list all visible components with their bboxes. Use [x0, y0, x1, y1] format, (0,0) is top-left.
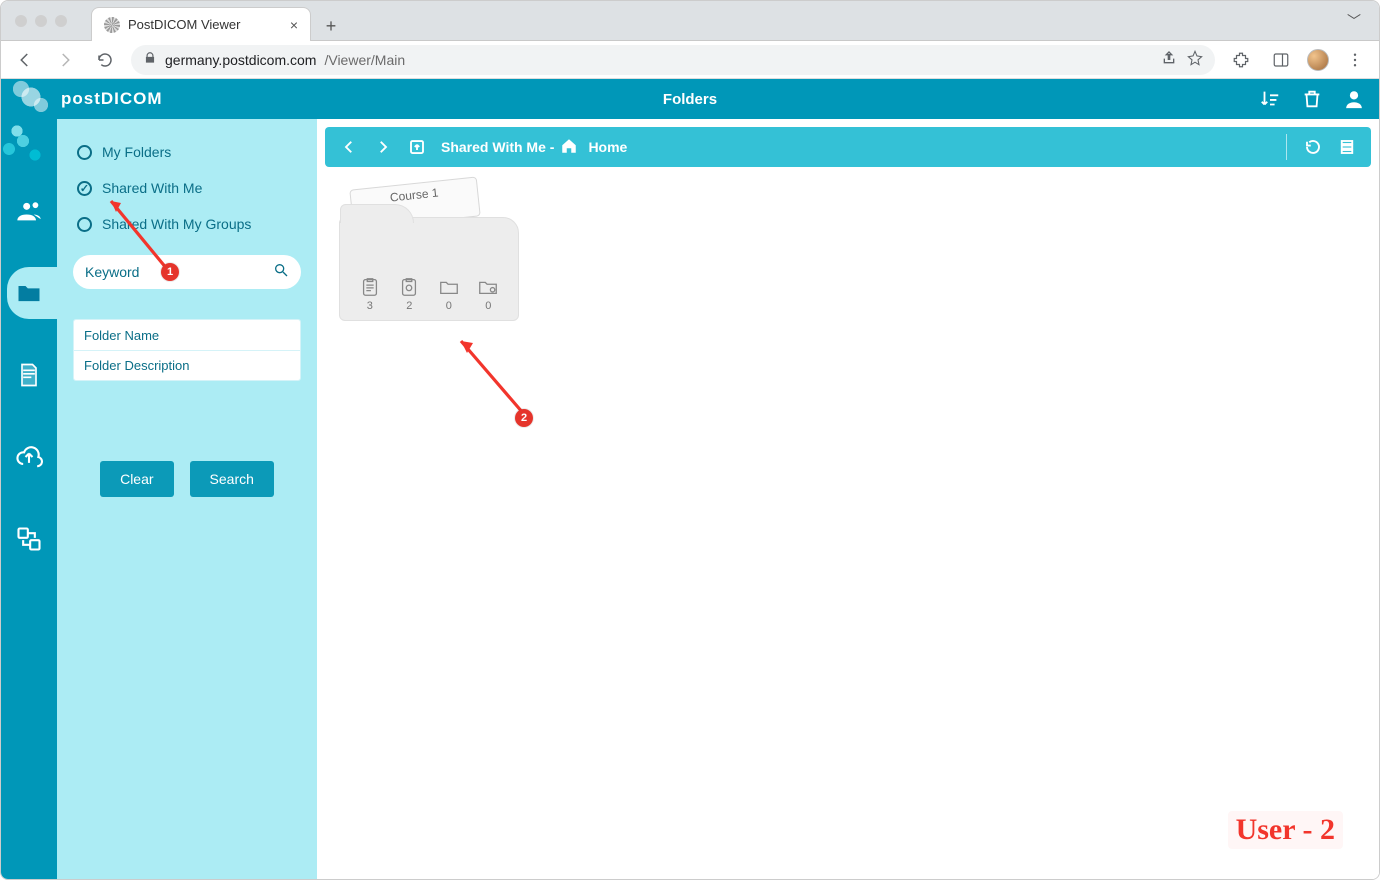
address-bar[interactable]: germany.postdicom.com/Viewer/Main — [131, 45, 1215, 75]
nav-rail — [1, 119, 57, 879]
stat-count: 3 — [367, 300, 373, 312]
keyword-search[interactable] — [73, 255, 301, 289]
browser-toolbar: germany.postdicom.com/Viewer/Main — [1, 41, 1379, 79]
tab-overflow-chevron-icon[interactable]: ﹀ — [1329, 11, 1379, 31]
content-toolbar: Shared With Me - Home — [325, 127, 1371, 167]
filter-fields — [73, 319, 301, 381]
radio-my-folders[interactable]: My Folders — [73, 139, 301, 165]
radio-label: Shared With Me — [102, 180, 202, 196]
home-icon[interactable] — [560, 137, 578, 158]
search-icon[interactable] — [273, 262, 289, 283]
breadcrumb-home[interactable]: Home — [588, 139, 627, 155]
brand-sphere-icon — [0, 119, 59, 175]
app-body: My Folders Shared With Me Shared With My… — [1, 119, 1379, 879]
browser-menu-icon[interactable] — [1341, 46, 1369, 74]
sort-icon[interactable] — [1257, 86, 1283, 112]
profile-avatar[interactable] — [1307, 49, 1329, 71]
user-icon[interactable] — [1341, 86, 1367, 112]
new-tab-button[interactable]: + — [317, 12, 345, 40]
radio-shared-with-me[interactable]: Shared With Me — [73, 175, 301, 201]
url-host: germany.postdicom.com — [165, 52, 316, 68]
nav-next-button[interactable] — [369, 133, 397, 161]
rail-item-folders[interactable] — [1, 271, 57, 315]
traffic-lights — [1, 15, 81, 27]
brand-pre: post — [61, 89, 101, 108]
radio-shared-with-groups[interactable]: Shared With My Groups — [73, 211, 301, 237]
radio-label: My Folders — [102, 144, 171, 160]
refresh-button[interactable] — [1299, 133, 1327, 161]
stat-count: 0 — [446, 300, 452, 312]
content-area: Shared With Me - Home Course 1 3 — [317, 119, 1379, 879]
radio-icon — [77, 217, 92, 232]
folder-desc-input[interactable] — [84, 358, 290, 373]
stat-count: 0 — [485, 300, 491, 312]
rail-item-upload[interactable] — [1, 435, 57, 479]
nav-back-button[interactable] — [11, 46, 39, 74]
bookmark-star-icon[interactable] — [1187, 50, 1203, 69]
mac-titlebar: PostDICOM Viewer × + ﹀ — [1, 1, 1379, 41]
folder-item-course1[interactable]: Course 1 3 2 0 — [339, 181, 519, 321]
view-mode-button[interactable] — [1333, 133, 1361, 161]
search-button[interactable]: Search — [190, 461, 274, 497]
tab-title: PostDICOM Viewer — [128, 17, 282, 32]
nav-prev-button[interactable] — [335, 133, 363, 161]
sidepanel-icon[interactable] — [1267, 46, 1295, 74]
extensions-icon[interactable] — [1227, 46, 1255, 74]
zoom-window-dot[interactable] — [55, 15, 67, 27]
rail-item-documents[interactable] — [1, 353, 57, 397]
annotation-badge-1: 1 — [161, 263, 179, 281]
stat-count: 2 — [406, 300, 412, 312]
filter-panel: My Folders Shared With Me Shared With My… — [57, 119, 317, 879]
folder-stat-reports: 2 — [397, 276, 421, 312]
folder-stat-orders: 3 — [358, 276, 382, 312]
url-path: /Viewer/Main — [324, 52, 405, 68]
brand-strong: DICOM — [101, 89, 163, 108]
folder-stat-shared: 0 — [476, 276, 500, 312]
app-header: postDICOM Folders — [1, 79, 1379, 119]
favicon-icon — [104, 17, 120, 33]
browser-tab[interactable]: PostDICOM Viewer × — [91, 7, 311, 41]
breadcrumb-root: Shared With Me - — [441, 139, 554, 155]
nav-reload-button[interactable] — [91, 46, 119, 74]
up-folder-button[interactable] — [403, 133, 431, 161]
folder-stat-subfolders: 0 — [437, 276, 461, 312]
page-title: Folders — [663, 91, 717, 108]
folder-canvas: Course 1 3 2 0 — [325, 167, 1371, 871]
window: PostDICOM Viewer × + ﹀ germany.postdicom… — [0, 0, 1380, 880]
brand-logo-icon — [13, 79, 53, 119]
radio-label: Shared With My Groups — [102, 216, 251, 232]
clear-button[interactable]: Clear — [100, 461, 173, 497]
lock-icon — [143, 51, 157, 68]
share-icon[interactable] — [1161, 50, 1177, 69]
rail-item-sync[interactable] — [1, 517, 57, 561]
nav-forward-button[interactable] — [51, 46, 79, 74]
watermark-label: User - 2 — [1228, 811, 1343, 849]
minimize-window-dot[interactable] — [35, 15, 47, 27]
tab-close-icon[interactable]: × — [290, 17, 298, 33]
annotation-badge-2: 2 — [515, 409, 533, 427]
folder-body: 3 2 0 0 — [339, 217, 519, 321]
close-window-dot[interactable] — [15, 15, 27, 27]
keyword-input[interactable] — [85, 264, 273, 280]
brand-text: postDICOM — [61, 89, 163, 109]
rail-item-patients[interactable] — [1, 189, 57, 233]
radio-checked-icon — [77, 181, 92, 196]
folder-name-input[interactable] — [84, 328, 290, 343]
radio-icon — [77, 145, 92, 160]
tabstrip: PostDICOM Viewer × + — [91, 1, 345, 40]
trash-icon[interactable] — [1299, 86, 1325, 112]
